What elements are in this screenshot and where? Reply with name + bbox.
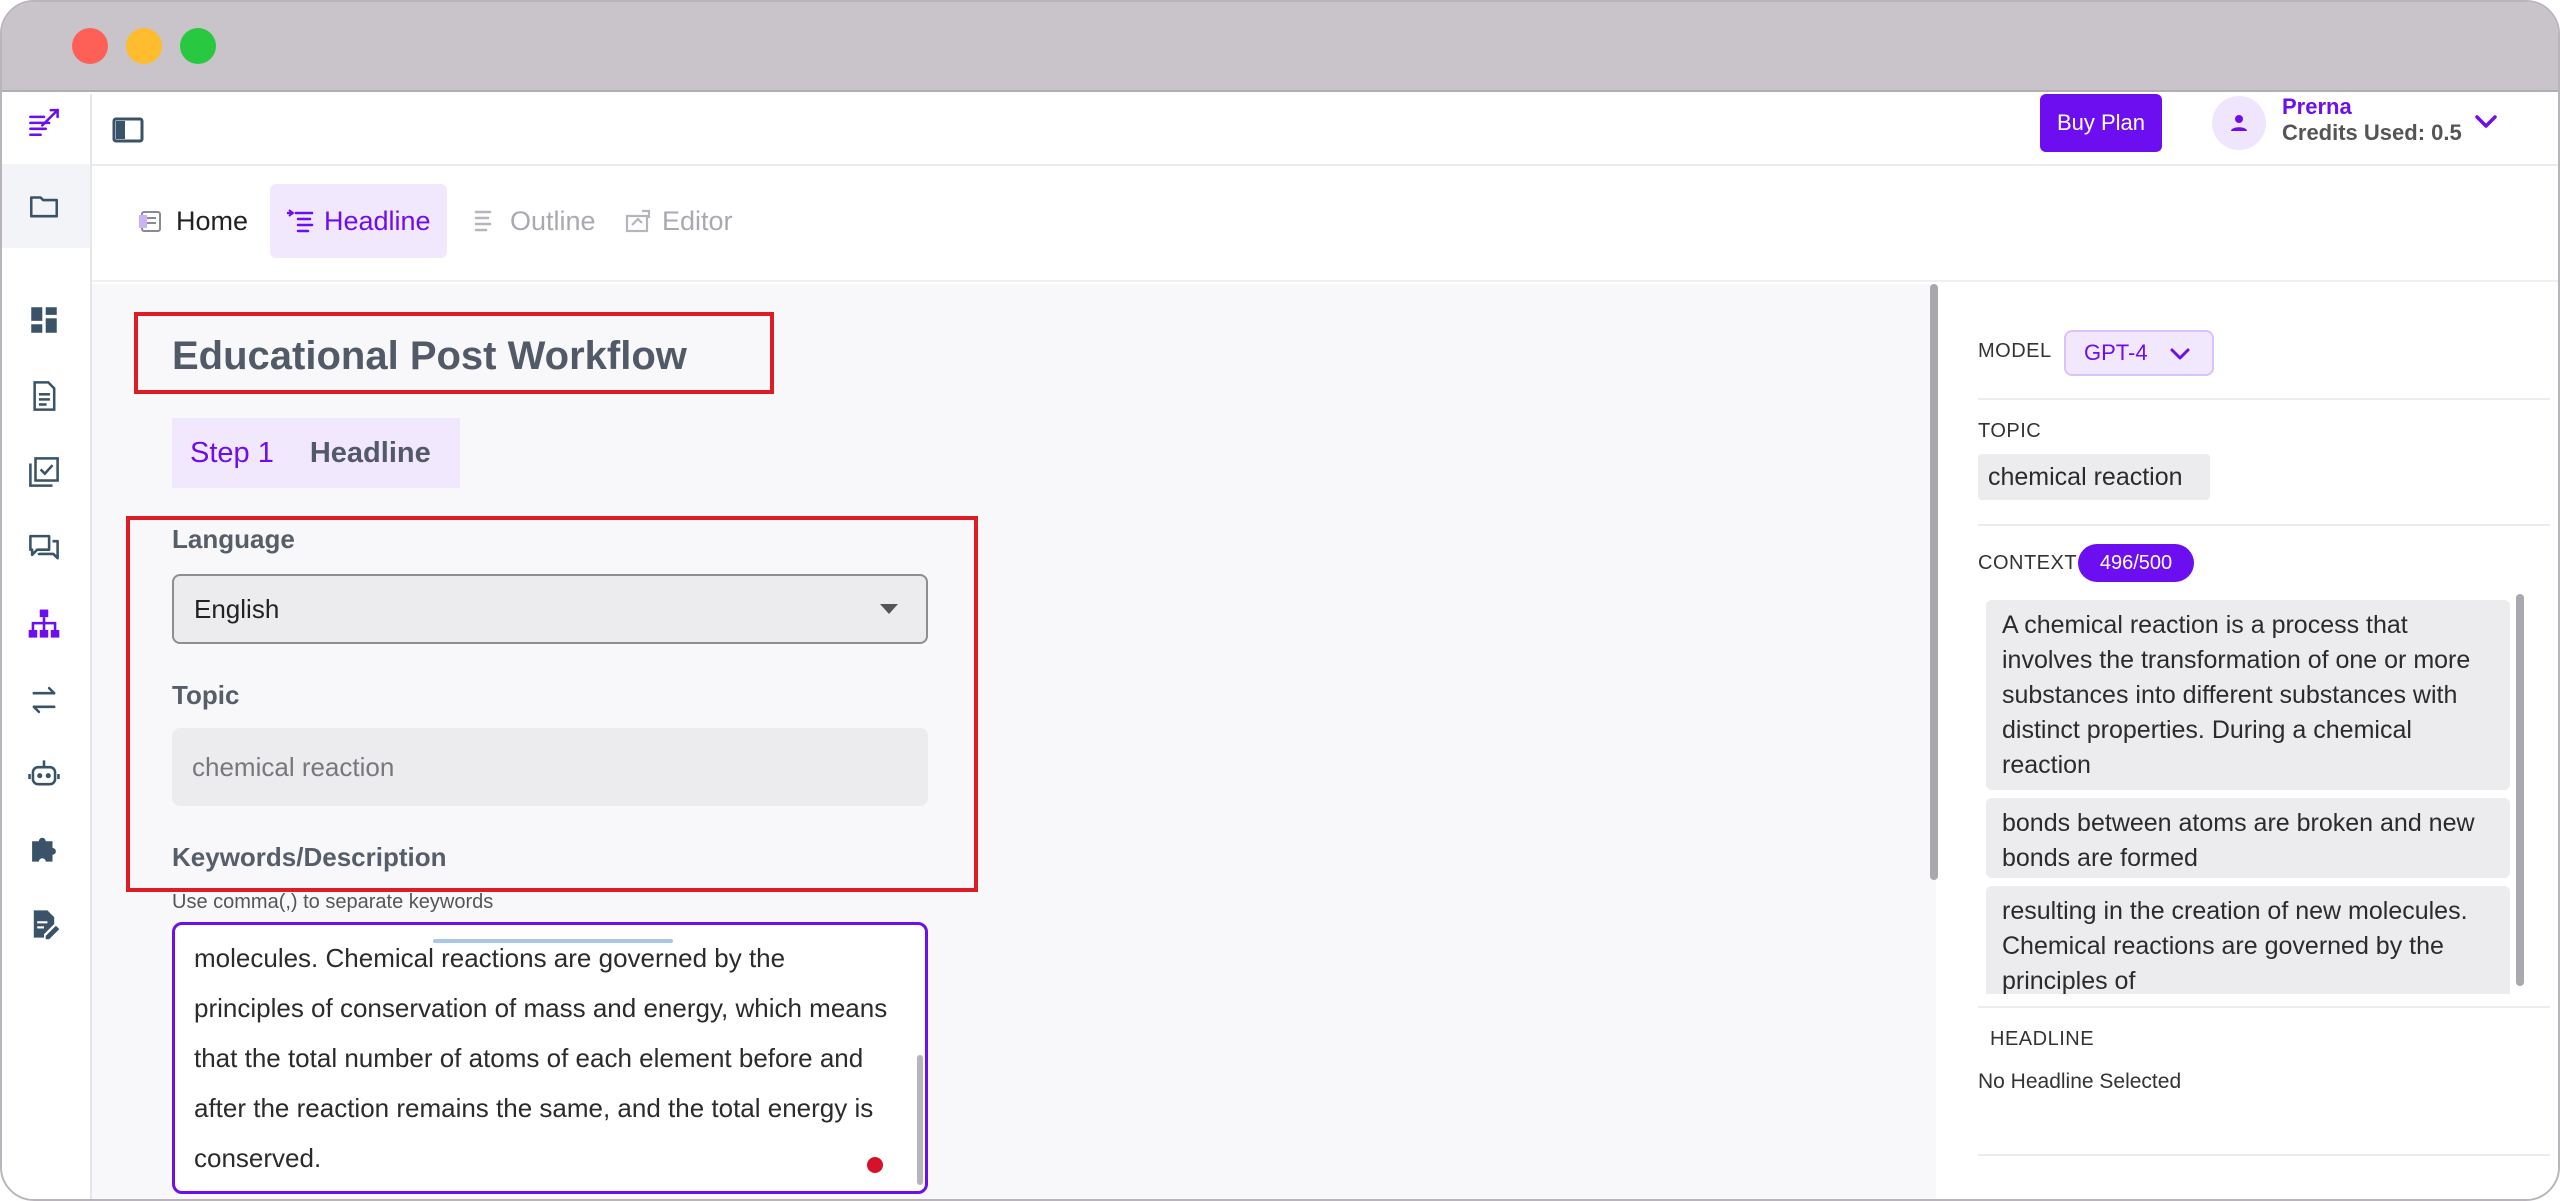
minimize-window-button[interactable] (126, 28, 162, 64)
sidebar-toggle-icon[interactable] (108, 110, 148, 150)
tab-label: Outline (510, 205, 596, 236)
maximize-window-button[interactable] (180, 28, 216, 64)
checklist-icon[interactable] (24, 452, 64, 492)
recording-dot-icon (867, 1157, 883, 1173)
home-icon (139, 211, 161, 232)
chevron-down-icon[interactable] (2472, 108, 2500, 136)
dropdown-arrow-icon (880, 604, 898, 614)
app-window: Buy Plan Prerna Credits Used: 0.5 Home H… (0, 0, 2560, 1201)
divider (1978, 398, 2550, 400)
main-scrollbar[interactable] (1930, 284, 1938, 880)
user-icon (2231, 115, 2247, 131)
robot-icon[interactable] (24, 754, 64, 794)
divider (1978, 1006, 2550, 1008)
credits-used: Credits Used: 0.5 (2282, 120, 2462, 145)
avatar[interactable] (2212, 96, 2266, 150)
keywords-textarea[interactable]: molecules. Chemical reactions are govern… (172, 922, 928, 1194)
user-name: Prerna (2282, 94, 2352, 119)
workflow-tabs: Home Headline Outline Editor (92, 166, 2558, 282)
quill-logo-icon[interactable] (24, 102, 64, 142)
tab-label: Home (176, 205, 249, 236)
topic-value: chemical reaction (192, 751, 395, 782)
close-window-button[interactable] (72, 28, 108, 64)
topic-label: Topic (172, 680, 240, 710)
tab-label: Headline (324, 205, 431, 236)
swap-icon[interactable] (24, 680, 64, 720)
keywords-label: Keywords/Description (172, 842, 447, 872)
highlight-fields-box (126, 516, 978, 892)
divider (1978, 524, 2550, 526)
model-value: GPT-4 (2084, 340, 2148, 365)
context-chunk[interactable]: bonds between atoms are broken and new b… (1986, 798, 2510, 878)
headline-label: HEADLINE (1990, 1028, 2095, 1050)
context-scrollbar[interactable] (2516, 594, 2524, 986)
model-label: MODEL (1978, 340, 2052, 362)
step-indicator: Step 1 Headline (172, 418, 460, 488)
context-list[interactable]: A chemical reaction is a process that in… (1986, 600, 2510, 994)
language-label: Language (172, 524, 295, 554)
headline-icon (286, 209, 314, 233)
step-label: Headline (309, 436, 431, 469)
settings-panel: MODEL GPT-4 TOPIC chemical reaction CONT… (1942, 284, 2558, 1199)
buy-plan-button[interactable]: Buy Plan (2040, 94, 2162, 152)
page-title: Educational Post Workflow (172, 334, 687, 378)
document-icon[interactable] (24, 376, 64, 416)
chat-icon[interactable] (24, 528, 64, 568)
keywords-text: molecules. Chemical reactions are govern… (194, 943, 888, 1173)
topic-panel-label: TOPIC (1978, 420, 2042, 442)
edit-document-icon[interactable] (24, 904, 64, 944)
tab-editor[interactable]: Editor (608, 184, 749, 258)
outline-icon (474, 210, 492, 232)
topic-input[interactable]: chemical reaction (172, 728, 928, 806)
folder-icon[interactable] (24, 186, 64, 226)
sidebar (2, 94, 92, 1199)
editor-icon (625, 209, 651, 233)
tab-home[interactable]: Home (122, 184, 264, 258)
keywords-helper-text: Use comma(,) to separate keywords (172, 891, 494, 913)
workflow-form: Educational Post Workflow Step 1 Headlin… (92, 284, 1938, 1199)
step-number: Step 1 (190, 436, 274, 469)
model-select[interactable]: GPT-4 (2064, 330, 2214, 376)
tab-headline[interactable]: Headline (270, 184, 447, 258)
chevron-down-icon (2170, 348, 2190, 360)
language-value: English (194, 593, 280, 624)
workflow-tree-icon[interactable] (24, 604, 64, 644)
dashboard-icon[interactable] (24, 300, 64, 340)
headline-empty-state: No Headline Selected (1978, 1070, 2182, 1093)
window-titlebar (2, 2, 2558, 92)
context-label: CONTEXT (1978, 552, 2078, 574)
divider (1978, 1154, 2550, 1156)
top-header: Buy Plan Prerna Credits Used: 0.5 (92, 94, 2558, 166)
textarea-scrollbar[interactable] (917, 1055, 923, 1185)
context-chunk[interactable]: A chemical reaction is a process that in… (1986, 600, 2510, 790)
tab-outline[interactable]: Outline (456, 184, 612, 258)
language-select[interactable]: English (172, 574, 928, 644)
topic-chip: chemical reaction (1978, 454, 2210, 500)
context-count-badge: 496/500 (2078, 544, 2194, 582)
tab-label: Editor (662, 205, 733, 236)
context-chunk[interactable]: resulting in the creation of new molecul… (1986, 886, 2510, 994)
puzzle-icon[interactable] (24, 828, 64, 868)
